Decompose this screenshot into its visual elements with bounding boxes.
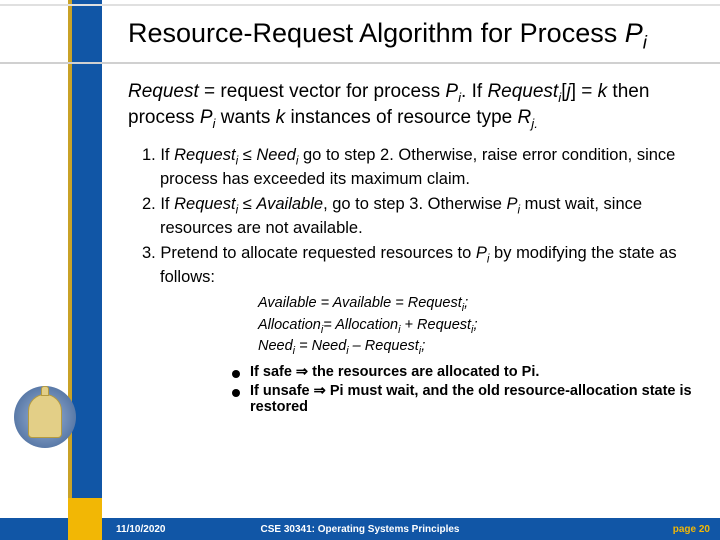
s2-mid: , go to step 3. Otherwise <box>323 195 506 213</box>
intro-kvar2: k <box>276 107 286 128</box>
intro-pvar: P <box>445 81 458 102</box>
logo-dome-icon <box>6 386 84 464</box>
intro-kvar: k <box>598 81 608 102</box>
intro-t2: . If <box>461 81 487 102</box>
intro-t6: wants <box>215 107 275 128</box>
bullet-icon <box>232 370 240 378</box>
s1-num: 1. If <box>142 146 174 164</box>
s2-p: P <box>507 195 518 213</box>
f1-mid: Available <box>333 295 392 311</box>
logo-dome <box>28 394 62 438</box>
footer-bar: 11/10/2020 CSE 30341: Operating Systems … <box>0 518 720 540</box>
slide-title: Resource-Request Algorithm for Process P… <box>128 18 710 54</box>
f2-op: + <box>401 317 418 333</box>
step-3: 3. Pretend to allocate requested resourc… <box>142 243 692 288</box>
formula-block: Available = Available = Requesti; Alloca… <box>258 294 692 358</box>
f1-end: ; <box>464 295 468 311</box>
footer-date: 11/10/2020 <box>116 524 166 535</box>
f2-end: ; <box>473 317 477 333</box>
footer-page: page 20 <box>673 524 710 535</box>
f2-mid: Allocation <box>335 317 398 333</box>
f3-op: – <box>349 338 365 354</box>
intro-paragraph: Request = request vector for process Pi.… <box>128 80 692 133</box>
s2-a: Request <box>174 195 235 213</box>
s2-num: 2. If <box>142 195 174 213</box>
intro-rjsub: j. <box>531 116 538 131</box>
f1-rhs: Request <box>408 295 462 311</box>
slide-root: Resource-Request Algorithm for Process P… <box>0 0 720 540</box>
s1-op: ≤ <box>238 146 256 164</box>
f2-lhs: Allocation <box>258 317 321 333</box>
title-band: Resource-Request Algorithm for Process P… <box>0 4 720 64</box>
formula-1: Available = Available = Requesti; <box>258 294 692 315</box>
numbered-steps: 1. If Requesti ≤ Needi go to step 2. Oth… <box>142 145 692 289</box>
title-var: P <box>625 18 643 48</box>
intro-pvar2: P <box>200 107 213 128</box>
title-pre: Resource-Request Algorithm for Process <box>128 18 625 48</box>
footer-accent-block <box>68 498 102 540</box>
s1-a: Request <box>174 146 235 164</box>
bullet-2-text: If unsafe ⇒ Pi must wait, and the old re… <box>250 383 692 415</box>
title-rule-bottom <box>0 62 720 64</box>
f3-mid: Need <box>312 338 347 354</box>
logo-dome-top <box>41 386 49 396</box>
f2-rhs: Request <box>417 317 471 333</box>
bullet-1-text: If safe ⇒ the resources are allocated to… <box>250 364 692 380</box>
bullet-block: If safe ⇒ the resources are allocated to… <box>232 364 692 415</box>
intro-t4: ] = <box>571 81 598 102</box>
f3-rhs: Request <box>365 338 419 354</box>
intro-t1: = request vector for process <box>199 81 446 102</box>
intro-rvar: Request <box>487 81 558 102</box>
f2-eq: = <box>323 317 335 333</box>
s1-b: Need <box>256 146 295 164</box>
f1-eq1: = <box>317 295 333 311</box>
bullet-icon <box>232 389 240 397</box>
s2-op: ≤ <box>238 195 256 213</box>
title-rule-top <box>0 4 720 6</box>
bullet-2-row: If unsafe ⇒ Pi must wait, and the old re… <box>232 383 692 415</box>
title-sub: i <box>643 32 647 53</box>
f1-eq2: = <box>391 295 408 311</box>
bullet-1-row: If safe ⇒ the resources are allocated to… <box>232 364 692 380</box>
f3-eq: = <box>295 338 312 354</box>
intro-rjvar: R <box>518 107 532 128</box>
s2-b: Available <box>256 195 323 213</box>
s3-num: 3. Pretend to allocate requested resourc… <box>142 244 476 262</box>
intro-request: Request <box>128 81 199 102</box>
step-2: 2. If Requesti ≤ Available, go to step 3… <box>142 194 692 239</box>
step-1: 1. If Requesti ≤ Needi go to step 2. Oth… <box>142 145 692 190</box>
slide-content: Request = request vector for process Pi.… <box>128 80 692 418</box>
f1-lhs: Available <box>258 295 317 311</box>
footer-course: CSE 30341: Operating Systems Principles <box>261 524 460 535</box>
formula-3: Needi = Needi – Requesti; <box>258 337 692 358</box>
intro-t7: instances of resource type <box>285 107 517 128</box>
f3-end: ; <box>421 338 425 354</box>
s3-p: P <box>476 244 487 262</box>
formula-2: Allocationi= Allocationi + Requesti; <box>258 316 692 337</box>
f3-lhs: Need <box>258 338 293 354</box>
